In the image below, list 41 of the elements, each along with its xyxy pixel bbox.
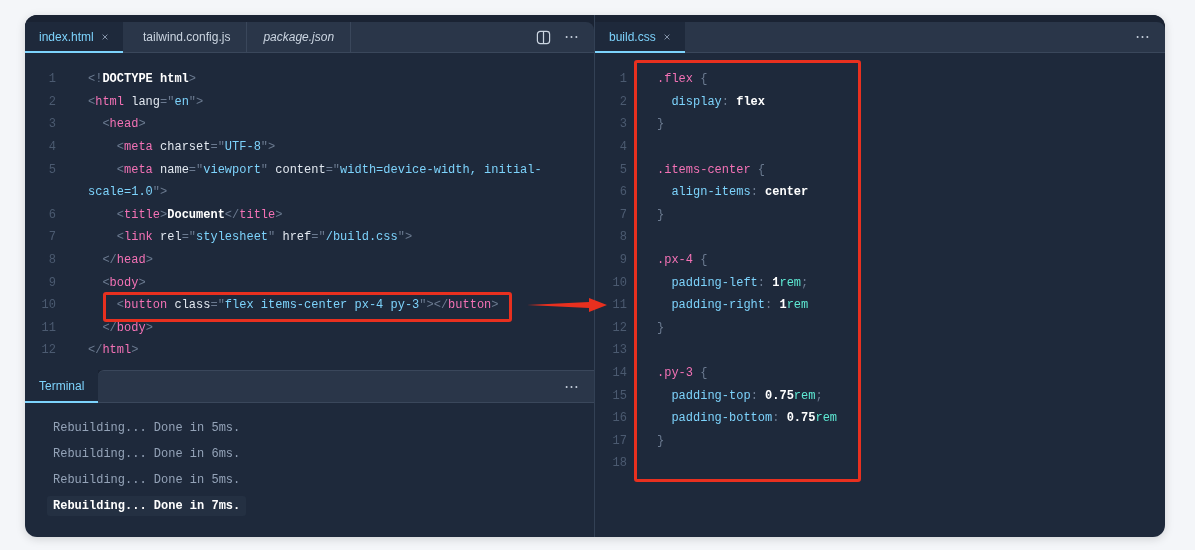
code-line: <head>	[101, 117, 146, 132]
close-icon[interactable]	[100, 32, 109, 41]
split-view-icon[interactable]	[536, 29, 551, 45]
tab[interactable]: build.css	[595, 22, 685, 53]
tab[interactable]: Terminal	[25, 370, 99, 403]
code-line: <meta charset="UTF-8">	[115, 140, 276, 155]
code-line: .py-3 {	[657, 366, 708, 380]
code-line: }	[657, 320, 665, 335]
terminal-line: Rebuilding... Done in 6ms.	[52, 446, 242, 463]
code-line: <link rel="stylesheet" href="/build.css">	[115, 230, 413, 245]
code-line: display: flex	[670, 94, 766, 109]
code-line: padding-left: 1rem;	[670, 275, 809, 290]
code-line: align-items: center	[670, 185, 809, 200]
code-line: </body>	[101, 320, 153, 335]
code-line: padding-top: 0.75rem;	[670, 388, 823, 403]
code-line: }	[657, 117, 665, 132]
code-line: <meta name="viewport" content="width=device-width, initial-	[115, 162, 542, 177]
code-line: <html lang="en">	[88, 94, 204, 109]
code-line: </head>	[101, 253, 153, 268]
code-line: .items-center {	[657, 162, 766, 177]
code-line: }	[657, 207, 665, 222]
code-line: .flex {	[657, 72, 708, 87]
code-line: }	[657, 433, 665, 448]
more-icon[interactable]	[565, 384, 578, 389]
code-line: <!DOCTYPE html>	[88, 72, 197, 87]
close-icon[interactable]	[662, 32, 671, 41]
tab[interactable]: index.html	[25, 22, 123, 53]
terminal-line: Rebuilding... Done in 5ms.	[52, 420, 242, 437]
code-line: <body>	[101, 275, 146, 290]
more-icon[interactable]	[1136, 35, 1149, 39]
more-icon[interactable]	[565, 35, 578, 39]
code-line: padding-right: 1rem	[670, 298, 809, 313]
code-line: padding-bottom: 0.75rem	[670, 411, 838, 426]
code-line: <button class="flex items-center px-4 py-3"></button>	[115, 298, 499, 313]
code-line: .px-4 {	[657, 253, 708, 268]
code-line: <title>Document</title>	[115, 207, 283, 222]
tab[interactable]: tailwind.config.js	[123, 22, 248, 53]
terminal-line: Rebuilding... Done in 5ms.	[52, 472, 242, 489]
tab[interactable]: package.json	[247, 22, 352, 53]
code-line: </html>	[88, 343, 139, 358]
code-line: scale=1.0">	[88, 185, 168, 200]
